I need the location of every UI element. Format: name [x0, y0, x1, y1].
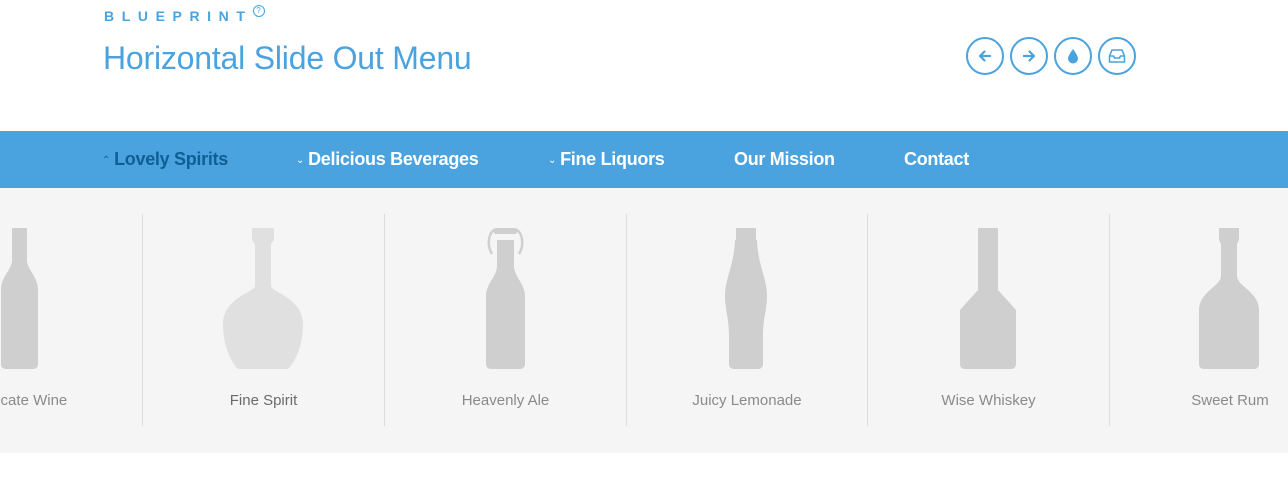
product-label: Heavenly Ale [461, 392, 550, 409]
nav-item-label: Lovely Spirits [114, 149, 228, 169]
product-wise-whiskey[interactable]: Wise Whiskey [868, 214, 1109, 426]
nav-item-our-mission[interactable]: Our Mission [734, 131, 835, 188]
arrow-right-icon [1022, 50, 1036, 62]
nav-item-label: Our Mission [734, 149, 835, 169]
brand-logo[interactable]: BLUEPRINT ? [104, 5, 265, 24]
theme-button[interactable] [1054, 37, 1092, 75]
drop-icon [1068, 49, 1078, 64]
nav-item-label: Delicious Beverages [308, 149, 479, 169]
header-icon-buttons [966, 37, 1136, 75]
previous-demo-button[interactable] [966, 37, 1004, 75]
product-delicate-wine[interactable]: Delicate Wine [0, 214, 142, 426]
chevron-down-icon: ⌄ [548, 155, 557, 166]
brand-name: BLUEPRINT [104, 8, 253, 24]
spirit-bottle-icon [143, 226, 384, 370]
ale-bottle-icon [385, 226, 626, 370]
nav-item-label: Fine Liquors [560, 149, 665, 169]
product-label: Fine Spirit [229, 392, 298, 409]
nav-item-contact[interactable]: Contact [904, 131, 969, 188]
product-heavenly-ale[interactable]: Heavenly Ale [385, 214, 626, 426]
archive-button[interactable] [1098, 37, 1136, 75]
wine-bottle-icon [0, 226, 142, 370]
chevron-down-icon: ⌄ [296, 155, 305, 166]
product-label: Sweet Rum [1191, 392, 1269, 409]
product-fine-spirit[interactable]: Fine Spirit [143, 214, 384, 426]
product-label: Delicate Wine [0, 392, 68, 409]
product-label: Juicy Lemonade [692, 392, 802, 409]
product-sweet-rum[interactable]: Sweet Rum [1110, 214, 1288, 426]
product-juicy-lemonade[interactable]: Juicy Lemonade [627, 214, 867, 426]
chevron-up-icon: ⌃ [102, 155, 111, 166]
nav-item-label: Contact [904, 149, 969, 169]
nav-item-delicious-beverages[interactable]: ⌄ Delicious Beverages [296, 131, 479, 188]
arrow-left-icon [978, 50, 992, 62]
nav-item-fine-liquors[interactable]: ⌄ Fine Liquors [548, 131, 665, 188]
main-nav: ⌃ Lovely Spirits ⌄ Delicious Beverages ⌄ Fi… [0, 131, 1288, 188]
next-demo-button[interactable] [1010, 37, 1048, 75]
whiskey-bottle-icon [868, 226, 1109, 370]
product-label: Wise Whiskey [941, 392, 1036, 409]
lemonade-bottle-icon [627, 226, 867, 370]
page-title: Horizontal Slide Out Menu [103, 40, 472, 76]
slide-out-submenu: Delicate Wine Fine Spirit Heavenly Ale [0, 188, 1288, 453]
inbox-icon [1108, 49, 1126, 63]
help-icon[interactable]: ? [252, 5, 265, 17]
nav-item-lovely-spirits[interactable]: ⌃ Lovely Spirits [102, 131, 228, 188]
rum-bottle-icon [1110, 226, 1288, 370]
